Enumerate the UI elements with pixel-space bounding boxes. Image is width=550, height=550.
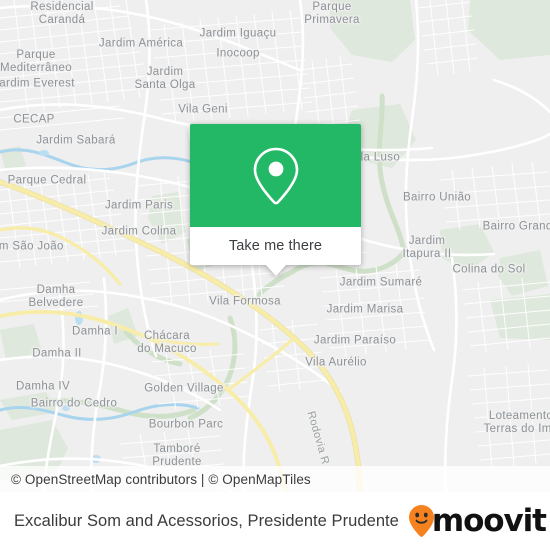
popup-pointer <box>265 265 286 276</box>
attribution-text[interactable]: © OpenStreetMap contributors | © OpenMap… <box>11 472 311 487</box>
page-footer: Excalibur Som and Acessorios, Presidente… <box>0 492 550 550</box>
moovit-logo[interactable]: moovit <box>408 502 547 539</box>
moovit-wordmark: moovit <box>431 502 547 539</box>
take-me-there-button[interactable]: Take me there <box>190 227 361 265</box>
map-canvas[interactable]: Residencial Carandá Parque Primavera Jardi… <box>0 0 550 492</box>
moovit-smiley-pin-icon <box>408 504 435 538</box>
page-title: Excalibur Som and Acessorios, Presidente… <box>14 511 399 530</box>
location-pin-icon <box>249 145 303 207</box>
moovit-map-page: Residencial Carandá Parque Primavera Jardi… <box>0 0 550 550</box>
location-popup-card[interactable]: Take me there <box>190 124 361 276</box>
take-me-there-label: Take me there <box>228 238 323 254</box>
popup-image-placeholder <box>190 124 361 227</box>
map-attribution-bar: © OpenStreetMap contributors | © OpenMap… <box>0 466 550 492</box>
